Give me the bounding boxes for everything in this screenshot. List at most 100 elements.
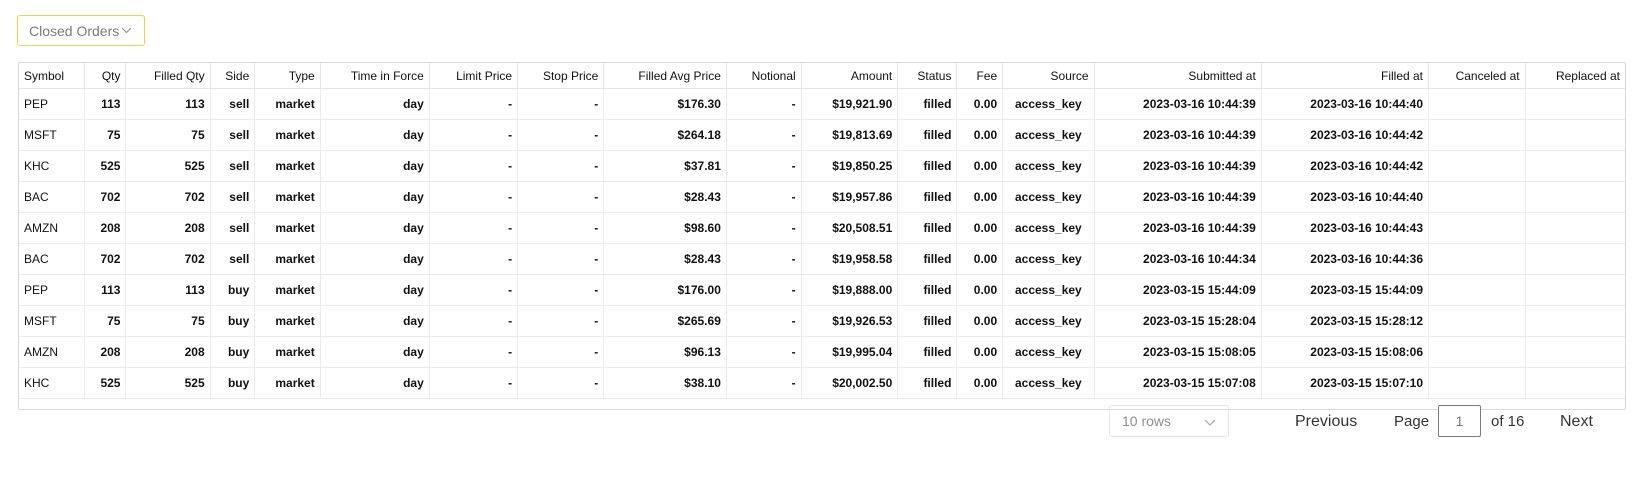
table-cell: $19,957.86 [801,181,899,213]
table-cell: AMZN [19,212,85,244]
table-cell: 2023-03-16 10:44:39 [1094,88,1262,120]
column-header: Filled Avg Price [603,63,727,89]
table-cell: BAC [19,243,85,275]
table-cell: - [429,243,519,275]
table-cell: sell [210,212,256,244]
table-cell: - [726,150,802,182]
table-cell [1525,336,1625,368]
table-cell: - [726,336,802,368]
column-header: Limit Price [429,63,519,89]
table-cell: filled [897,212,958,244]
table-cell: 0.00 [956,181,1004,213]
table-cell [1525,181,1625,213]
column-header: Notional [726,63,802,89]
table-row[interactable]: BAC 702 702 sell market day - - $28.43- $19,957.8… [19,181,1625,213]
table-cell: PEP [19,274,85,306]
table-cell: 208 [125,212,211,244]
table-cell: - [517,367,605,399]
table-cell: - [517,212,605,244]
previous-page-button[interactable]: Previous [1295,413,1357,431]
table-cell: 2023-03-15 15:28:12 [1261,305,1430,337]
table-cell: - [429,305,519,337]
table-cell: 0.00 [956,305,1004,337]
column-header: Symbol [19,63,85,89]
table-cell: market [254,181,321,213]
table-cell: 113 [125,88,211,120]
table-cell: sell [210,150,256,182]
table-cell [1428,181,1526,213]
table-row[interactable]: PEP 113 113 sell market day - - $176.30- $19,921.… [19,88,1625,120]
table-row[interactable]: PEP 113 113 buy market day - - $176.00- $19,888.0… [19,274,1625,306]
table-cell: day [320,274,430,306]
column-header: Replaced at [1525,63,1625,89]
table-row[interactable]: MSFT 75 75 buy market day - - $265.69- $19,926.53… [19,305,1625,337]
page-number-input[interactable] [1438,405,1481,437]
table-cell: access_key [1002,181,1095,213]
table-cell [1428,274,1526,306]
table-header-row: Symbol Qty Filled Qty Side Type Time in Force… [19,63,1625,89]
table-cell: - [517,336,605,368]
table-cell: access_key [1002,150,1095,182]
table-cell: 2023-03-16 10:44:39 [1094,150,1262,182]
table-cell: 2023-03-15 15:44:09 [1261,274,1430,306]
rows-per-page-select[interactable]: 10 rows [1109,405,1229,437]
table-row[interactable]: KHC 525 525 buy market day - - $38.10- $20,002.50… [19,367,1625,399]
table-cell: 702 [84,243,127,275]
table-cell: 0.00 [956,274,1004,306]
table-cell: - [517,181,605,213]
table-cell: - [726,243,802,275]
table-row[interactable]: AMZN 208 208 sell market day - - $98.60- $20,508.… [19,212,1625,244]
orders-table-container: Symbol Qty Filled Qty Side Type Time in Force… [18,62,1626,410]
table-cell: $28.43 [603,243,727,275]
column-header: Side [210,63,256,89]
table-cell: filled [897,305,958,337]
table-row[interactable]: KHC 525 525 sell market day - - $37.81- $19,850.2… [19,150,1625,182]
table-cell: 2023-03-15 15:08:06 [1261,336,1430,368]
table-row[interactable]: MSFT 75 75 sell market day - - $264.18- $19,813.6… [19,119,1625,151]
table-row[interactable]: AMZN 208 208 buy market day - - $96.13- $19,995.0… [19,336,1625,368]
table-cell: 702 [84,181,127,213]
table-cell: access_key [1002,88,1095,120]
table-cell: market [254,150,321,182]
table-row[interactable]: BAC 702 702 sell market day - - $28.43- $19,958.5… [19,243,1625,275]
table-cell: PEP [19,88,85,120]
next-page-button[interactable]: Next [1560,413,1593,431]
table-cell: market [254,243,321,275]
table-cell [1428,212,1526,244]
table-cell: buy [210,336,256,368]
table-cell: 2023-03-16 10:44:39 [1094,212,1262,244]
column-header: Fee [956,63,1004,89]
column-header: Filled Qty [125,63,211,89]
table-cell: 0.00 [956,212,1004,244]
table-cell: 2023-03-16 10:44:36 [1261,243,1430,275]
table-cell: sell [210,181,256,213]
table-cell: $19,921.90 [801,88,899,120]
table-cell: 75 [84,305,127,337]
orders-filter-dropdown[interactable]: Closed Orders [17,15,145,46]
table-cell: 208 [84,336,127,368]
table-cell: market [254,367,321,399]
table-cell [1428,150,1526,182]
table-cell: - [429,367,519,399]
table-cell: - [429,150,519,182]
table-cell: day [320,119,430,151]
table-cell: $28.43 [603,181,727,213]
table-cell: - [429,119,519,151]
table-cell: 113 [84,88,127,120]
table-cell: 0.00 [956,367,1004,399]
table-cell: access_key [1002,243,1095,275]
table-cell: 0.00 [956,119,1004,151]
table-cell [1525,243,1625,275]
orders-filter-label: Closed Orders [29,22,120,39]
table-cell: - [726,305,802,337]
table-cell: day [320,305,430,337]
table-cell: 2023-03-15 15:07:08 [1094,367,1262,399]
table-cell: MSFT [19,305,85,337]
table-cell: 75 [84,119,127,151]
table-cell: MSFT [19,119,85,151]
table-cell: 113 [125,274,211,306]
table-cell [1525,305,1625,337]
table-cell: BAC [19,181,85,213]
table-cell: - [726,274,802,306]
table-cell: - [726,367,802,399]
